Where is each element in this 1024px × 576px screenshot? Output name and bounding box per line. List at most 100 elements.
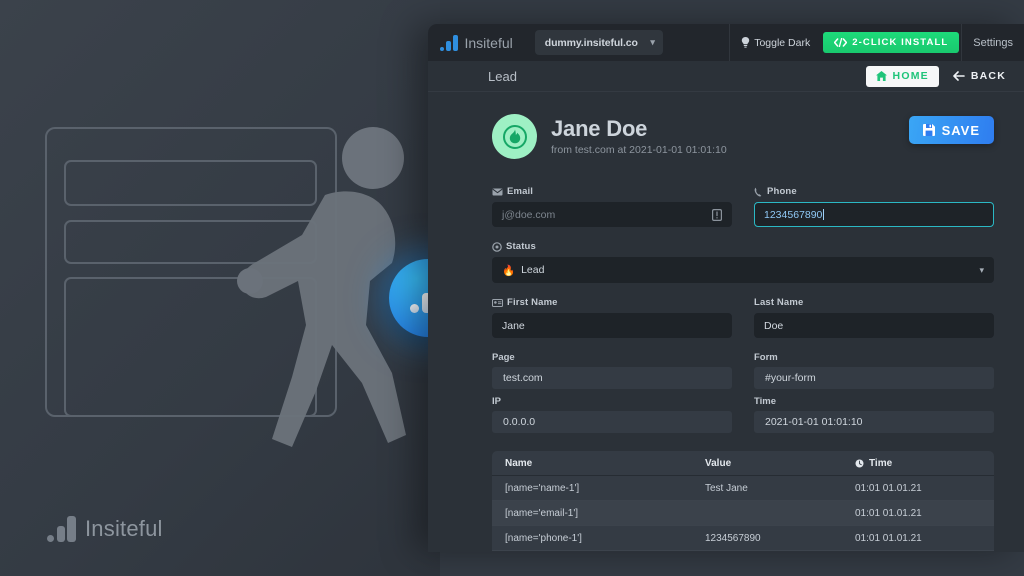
first-name-field-group: First Name Jane bbox=[492, 297, 732, 338]
table-header-time-cell: Time bbox=[855, 458, 981, 469]
lead-header: Jane Doe from test.com at 2021-01-01 01:… bbox=[492, 114, 994, 159]
phone-label: Phone bbox=[754, 186, 994, 197]
name-fields-row: First Name Jane Last Name Doe bbox=[492, 297, 994, 338]
page-label: Page bbox=[492, 352, 732, 363]
table-cell-value: 1234567890 bbox=[705, 533, 855, 544]
last-name-field-group: Last Name Doe bbox=[754, 297, 994, 338]
table-cell-name: [name='email-1'] bbox=[505, 508, 705, 519]
app-window: Insiteful dummy.insiteful.co ▾ Toggle Da… bbox=[428, 24, 1024, 552]
insiteful-logo-mark-icon bbox=[47, 516, 76, 542]
status-select[interactable]: 🔥 Lead ▾ bbox=[492, 257, 994, 283]
avatar bbox=[492, 114, 537, 159]
status-field-group: Status 🔥 Lead ▾ bbox=[492, 241, 994, 283]
insiteful-logo-icon bbox=[440, 35, 458, 51]
lead-detail-content: Jane Doe from test.com at 2021-01-01 01:… bbox=[428, 92, 1024, 551]
arrow-left-icon bbox=[953, 71, 965, 81]
readonly-left-column: Page test.com IP 0.0.0.0 bbox=[492, 352, 732, 433]
install-label: 2-CLICK INSTALL bbox=[852, 37, 948, 48]
save-disk-icon bbox=[923, 124, 935, 136]
save-label: SAVE bbox=[942, 123, 980, 138]
table-header-time: Time bbox=[869, 458, 892, 469]
site-selector-dropdown[interactable]: dummy.insiteful.co ▾ bbox=[535, 30, 663, 55]
table-cell-time: 01:01 01.01.21 bbox=[855, 533, 981, 544]
phone-icon bbox=[754, 187, 763, 197]
status-emoji-icon: 🔥 bbox=[502, 264, 515, 277]
app-brand: Insiteful bbox=[440, 35, 513, 51]
email-input[interactable]: j@doe.com bbox=[492, 202, 732, 227]
phone-label-text: Phone bbox=[767, 186, 797, 197]
lead-subtitle: from test.com at 2021-01-01 01:01:10 bbox=[551, 144, 727, 156]
envelope-icon bbox=[492, 188, 503, 196]
readonly-right-column: Form #your-form Time 2021-01-01 01:01:10 bbox=[754, 352, 994, 433]
home-icon bbox=[876, 71, 887, 81]
table-row[interactable]: [name='email-1'] 01:01 01.01.21 bbox=[492, 501, 994, 526]
table-header-value: Value bbox=[705, 458, 855, 469]
settings-button[interactable]: Settings bbox=[961, 24, 1024, 61]
time-value: 2021-01-01 01:01:10 bbox=[754, 411, 994, 433]
id-card-icon bbox=[492, 299, 503, 307]
email-label-text: Email bbox=[507, 186, 533, 197]
table-cell-name: [name='phone-1'] bbox=[505, 533, 705, 544]
status-label: Status bbox=[492, 241, 994, 252]
flame-icon bbox=[502, 124, 528, 150]
breadcrumb: Lead bbox=[488, 69, 517, 84]
toggle-dark-button[interactable]: Toggle Dark bbox=[729, 24, 821, 61]
app-brand-name: Insiteful bbox=[465, 35, 513, 51]
phone-field-group: Phone 1234567890 bbox=[754, 186, 994, 227]
footer-brand-name: Insiteful bbox=[85, 516, 163, 542]
field-activity-table: Name Value Time [name='name-1'] Test Jan… bbox=[492, 451, 994, 551]
page-field-group: Page test.com bbox=[492, 352, 732, 389]
table-row[interactable]: [name='phone-1'] 1234567890 01:01 01.01.… bbox=[492, 526, 994, 551]
last-name-label-text: Last Name bbox=[754, 297, 803, 308]
site-selector-value: dummy.insiteful.co bbox=[545, 37, 638, 49]
first-name-input[interactable]: Jane bbox=[492, 313, 732, 338]
ip-label: IP bbox=[492, 396, 732, 407]
home-label: HOME bbox=[893, 70, 929, 82]
phone-input[interactable]: 1234567890 bbox=[754, 202, 994, 227]
status-label-text: Status bbox=[506, 241, 536, 252]
lead-identity: Jane Doe from test.com at 2021-01-01 01:… bbox=[551, 114, 727, 156]
readonly-meta-grid: Page test.com IP 0.0.0.0 Form #your-form… bbox=[492, 352, 994, 433]
back-button[interactable]: BACK bbox=[953, 70, 1006, 82]
toggle-dark-label: Toggle Dark bbox=[754, 37, 810, 49]
chevron-down-icon: ▾ bbox=[650, 37, 654, 48]
status-value: Lead bbox=[521, 264, 544, 276]
page-value: test.com bbox=[492, 367, 732, 389]
table-cell-name: [name='name-1'] bbox=[505, 483, 705, 494]
save-button[interactable]: SAVE bbox=[909, 116, 994, 144]
back-label: BACK bbox=[971, 70, 1006, 82]
time-label: Time bbox=[754, 396, 994, 407]
code-icon bbox=[834, 38, 847, 47]
form-label: Form bbox=[754, 352, 994, 363]
table-cell-time: 01:01 01.01.21 bbox=[855, 508, 981, 519]
email-label: Email bbox=[492, 186, 732, 197]
table-cell-value: Test Jane bbox=[705, 483, 855, 494]
last-name-label: Last Name bbox=[754, 297, 994, 308]
phone-value: 1234567890 bbox=[764, 209, 822, 221]
clock-icon bbox=[855, 459, 864, 468]
two-click-install-button[interactable]: 2-CLICK INSTALL bbox=[823, 32, 959, 53]
contact-fields-row: Email j@doe.com bbox=[492, 186, 994, 227]
subbar-actions: HOME BACK bbox=[866, 66, 1006, 87]
form-field-group: Form #your-form bbox=[754, 352, 994, 389]
table-cell-time: 01:01 01.01.21 bbox=[855, 483, 981, 494]
app-topbar: Insiteful dummy.insiteful.co ▾ Toggle Da… bbox=[428, 24, 1024, 61]
time-field-group: Time 2021-01-01 01:01:10 bbox=[754, 396, 994, 433]
first-name-label: First Name bbox=[492, 297, 732, 308]
settings-label: Settings bbox=[973, 37, 1013, 49]
lightbulb-icon bbox=[741, 37, 750, 48]
home-button[interactable]: HOME bbox=[866, 66, 939, 87]
email-field-group: Email j@doe.com bbox=[492, 186, 732, 227]
mobile-icon[interactable] bbox=[712, 209, 722, 221]
ip-field-group: IP 0.0.0.0 bbox=[492, 396, 732, 433]
first-name-label-text: First Name bbox=[507, 297, 558, 308]
last-name-input[interactable]: Doe bbox=[754, 313, 994, 338]
app-subbar: Lead HOME BACK bbox=[428, 61, 1024, 92]
ip-value: 0.0.0.0 bbox=[492, 411, 732, 433]
chevron-down-icon: ▾ bbox=[979, 265, 984, 276]
footer-brand-logo: Insiteful bbox=[47, 516, 163, 542]
table-header-row: Name Value Time bbox=[492, 451, 994, 476]
last-name-value: Doe bbox=[764, 320, 783, 332]
table-row[interactable]: [name='name-1'] Test Jane 01:01 01.01.21 bbox=[492, 476, 994, 501]
topbar-actions: Toggle Dark 2-CLICK INSTALL Settings bbox=[729, 24, 1024, 61]
